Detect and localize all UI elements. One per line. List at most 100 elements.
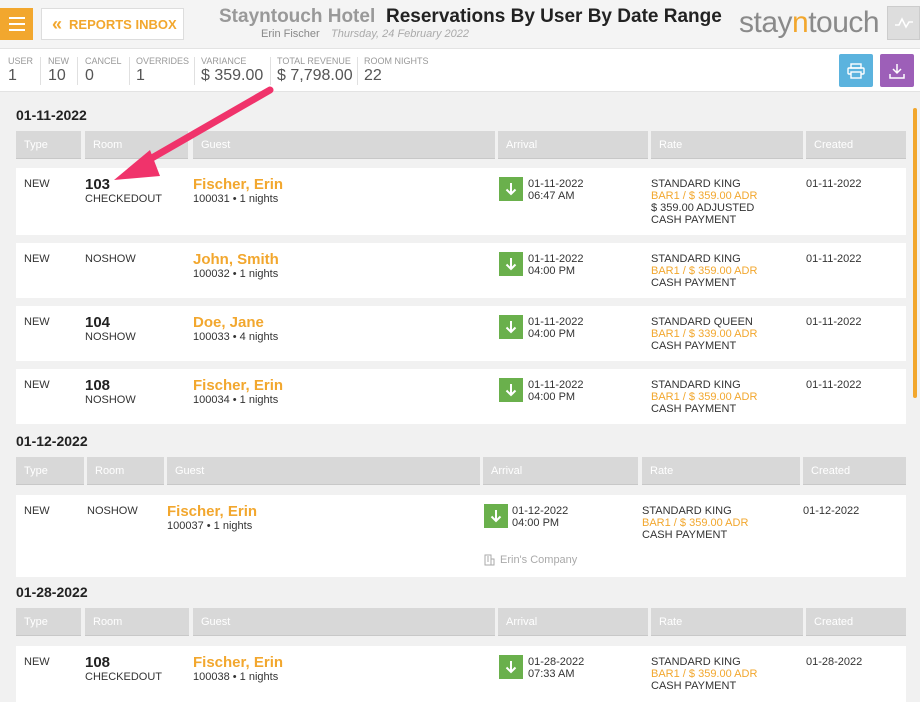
summary-user: USER 1 (8, 56, 34, 84)
created-date: 01-11-2022 (806, 178, 862, 190)
column-header-created[interactable]: Created (803, 457, 906, 485)
guest-name-link[interactable]: John, Smith (193, 252, 279, 268)
room-status: NOSHOW (87, 505, 138, 517)
arrival-time: 07:33 AM (528, 668, 575, 680)
download-icon (889, 63, 905, 79)
print-icon (847, 62, 865, 79)
summary-cancel: CANCEL 0 (85, 56, 122, 84)
column-header-arrival[interactable]: Arrival (483, 457, 638, 485)
column-header-guest[interactable]: Guest (167, 457, 480, 485)
room-number: 104 (85, 314, 111, 331)
arrival-icon (499, 378, 523, 402)
arrival-icon (499, 315, 523, 339)
table-row[interactable] (16, 495, 906, 577)
column-header-type[interactable]: Type (16, 608, 81, 636)
row-type: NEW (24, 253, 50, 265)
confirmation-nights: 100032 • 1 nights (193, 268, 279, 280)
room-number: 108 (85, 654, 111, 671)
rate-adr: BAR1 / $ 339.00 ADR (651, 328, 758, 340)
guest-name-link[interactable]: Fischer, Erin (193, 378, 283, 394)
column-header-room[interactable]: Room (87, 457, 164, 485)
rate-name: STANDARD KING (651, 379, 741, 391)
payment-type: CASH PAYMENT (651, 680, 737, 692)
guest-name-link[interactable]: Fischer, Erin (193, 177, 283, 193)
payment-type: CASH PAYMENT (651, 340, 737, 352)
arrival-date: 01-11-2022 (528, 316, 584, 328)
group-date: 01-11-2022 (16, 107, 87, 123)
confirmation-nights: 100034 • 1 nights (193, 394, 279, 406)
row-type: NEW (24, 316, 50, 328)
column-header-room[interactable]: Room (85, 608, 189, 636)
guest-name-link[interactable]: Fischer, Erin (193, 655, 283, 671)
rate-adr: BAR1 / $ 359.00 ADR (651, 265, 758, 277)
column-header-rate[interactable]: Rate (651, 608, 803, 636)
report-date: Thursday, 24 February 2022 (331, 28, 469, 40)
created-date: 01-11-2022 (806, 379, 862, 391)
confirmation-nights: 100033 • 4 nights (193, 331, 279, 343)
arrival-icon (499, 252, 523, 276)
row-type: NEW (24, 505, 50, 517)
rate-adjusted: $ 359.00 ADJUSTED (651, 202, 755, 214)
table-row[interactable] (16, 369, 906, 424)
download-button[interactable] (880, 54, 914, 87)
payment-type: CASH PAYMENT (651, 403, 737, 415)
confirmation-nights: 100038 • 1 nights (193, 671, 279, 683)
column-header-rate[interactable]: Rate (642, 457, 800, 485)
table-row[interactable] (16, 306, 906, 361)
rate-name: STANDARD QUEEN (651, 316, 753, 328)
column-header-room[interactable]: Room (85, 131, 188, 159)
room-number: 108 (85, 377, 111, 394)
created-date: 01-28-2022 (806, 656, 863, 668)
rate-adr: BAR1 / $ 359.00 ADR (651, 668, 758, 680)
column-header-created[interactable]: Created (806, 131, 906, 159)
created-date: 01-11-2022 (806, 253, 862, 265)
column-header-type[interactable]: Type (16, 131, 81, 159)
arrival-time: 04:00 PM (528, 328, 576, 340)
column-header-guest[interactable]: Guest (193, 608, 495, 636)
summary-new: NEW 10 (48, 56, 69, 84)
arrival-icon (499, 177, 523, 201)
payment-type: CASH PAYMENT (651, 214, 737, 226)
company-label: Erin's Company (500, 554, 578, 566)
arrival-date: 01-12-2022 (512, 505, 569, 517)
row-type: NEW (24, 656, 50, 668)
scrollbar[interactable] (913, 108, 917, 398)
group-date: 01-12-2022 (16, 433, 88, 449)
guest-name-link[interactable]: Fischer, Erin (167, 504, 257, 520)
column-header-guest[interactable]: Guest (193, 131, 495, 159)
rate-adr: BAR1 / $ 359.00 ADR (651, 190, 758, 202)
arrival-date: 01-11-2022 (528, 253, 584, 265)
created-date: 01-11-2022 (806, 316, 862, 328)
room-status: CHECKEDOUT (85, 193, 163, 205)
arrival-time: 06:47 AM (528, 190, 575, 202)
column-header-rate[interactable]: Rate (651, 131, 803, 159)
building-icon (484, 554, 495, 566)
menu-icon[interactable] (0, 8, 33, 40)
payment-type: CASH PAYMENT (642, 529, 728, 541)
column-header-arrival[interactable]: Arrival (498, 131, 648, 159)
reports-inbox-label: REPORTS INBOX (69, 16, 177, 32)
rate-name: STANDARD KING (651, 253, 741, 265)
summary-variance: VARIANCE $ 359.00 (201, 56, 264, 84)
rate-adr: BAR1 / $ 359.00 ADR (642, 517, 749, 529)
arrival-date: 01-28-2022 (528, 656, 585, 668)
activity-icon[interactable] (887, 6, 920, 40)
column-header-type[interactable]: Type (16, 457, 84, 485)
arrival-date: 01-11-2022 (528, 379, 584, 391)
arrival-icon (484, 504, 508, 528)
rate-name: STANDARD KING (651, 178, 741, 190)
reports-inbox-button[interactable]: « REPORTS INBOX (41, 8, 184, 40)
user-name: Erin Fischer (261, 28, 320, 40)
table-row[interactable] (16, 243, 906, 298)
column-header-arrival[interactable]: Arrival (498, 608, 648, 636)
arrival-icon (499, 655, 523, 679)
summary-bar: USER 1 NEW 10 CANCEL 0 OVERRIDES 1 VARIANCE $… (0, 48, 920, 92)
column-header-created[interactable]: Created (806, 608, 906, 636)
guest-name-link[interactable]: Doe, Jane (193, 315, 264, 331)
rate-name: STANDARD KING (651, 656, 741, 668)
room-status: CHECKEDOUT (85, 671, 163, 683)
company-name[interactable]: Erin's Company (484, 554, 577, 566)
print-button[interactable] (839, 54, 873, 87)
chevron-left-icon: « (52, 13, 62, 34)
room-status: NOSHOW (85, 331, 136, 343)
